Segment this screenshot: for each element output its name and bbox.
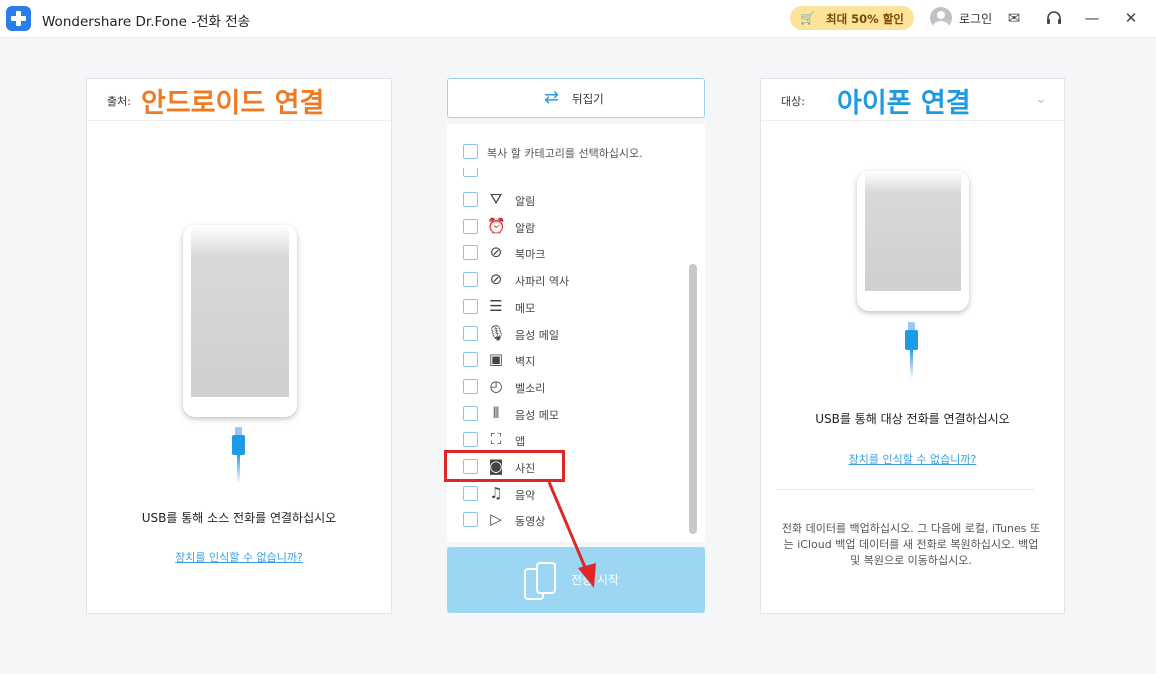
category-checkbox[interactable]: [463, 512, 478, 527]
category-item-voice-memo[interactable]: ⦀ 음성 메모: [463, 404, 683, 424]
category-label: 음악: [515, 489, 536, 502]
swap-icon: ⇄: [544, 87, 560, 108]
avatar[interactable]: [930, 7, 952, 29]
category-item-notifications[interactable]: ⛛ 알림: [463, 190, 683, 210]
minimize-icon[interactable]: —: [1081, 6, 1103, 30]
android-phone-image: [183, 225, 297, 417]
title-bar: Wondershare Dr.Fone -전화 전송 🛒 최대 50% 할인 로…: [0, 0, 1156, 38]
promo-button[interactable]: 🛒 최대 50% 할인: [790, 6, 914, 30]
app-icon: ⛶: [490, 430, 502, 448]
category-checkbox[interactable]: [463, 432, 478, 447]
wallpaper-icon: ▣: [488, 350, 504, 368]
category-label: 메모: [515, 302, 536, 315]
alarm-icon: ⏰: [487, 217, 506, 235]
waveform-icon: ⦀: [492, 404, 500, 422]
promo-label: 최대 50% 할인: [826, 12, 904, 26]
category-item-ringtone[interactable]: ◴ 벨소리: [463, 377, 683, 397]
dr-fone-logo-icon: [6, 6, 31, 31]
headset-icon[interactable]: [1043, 6, 1065, 30]
category-label: 사파리 역사: [515, 275, 570, 288]
mail-icon[interactable]: ✉: [1003, 6, 1025, 30]
category-item-voicemail[interactable]: 🎙 음성 메일: [463, 324, 683, 344]
login-link[interactable]: 로그인: [959, 10, 992, 27]
category-checkbox[interactable]: [463, 379, 478, 394]
usb-cable-icon: [232, 427, 245, 487]
source-connect-message: USB를 통해 소스 전화를 연결하십시오: [141, 511, 337, 525]
bookmark-icon: ⊘: [489, 243, 503, 261]
source-help-link[interactable]: 장치를 인식할 수 없습니까?: [87, 549, 391, 565]
category-checkbox[interactable]: [463, 272, 478, 287]
category-checkbox[interactable]: [463, 352, 478, 367]
start-transfer-button[interactable]: 전송 시작: [447, 547, 705, 613]
category-checkbox[interactable]: [463, 299, 478, 314]
phone-screen: [865, 171, 961, 291]
usb-cable-icon: [905, 322, 918, 392]
cart-icon: 🛒: [800, 11, 815, 25]
music-icon: ♫: [489, 484, 503, 502]
category-item-apps[interactable]: ⛶ 앱: [463, 430, 683, 450]
source-panel: 출처: 안드로이드 연결 USB를 통해 소스 전화를 연결하십시오 장치를 인…: [86, 78, 392, 614]
notification-icon: ⛛: [489, 190, 503, 208]
flip-label: 뒤집기: [572, 92, 604, 106]
close-icon[interactable]: ✕: [1120, 6, 1142, 30]
flip-button[interactable]: ⇄ 뒤집기: [447, 78, 705, 118]
category-label: 알람: [515, 222, 536, 235]
target-help-link[interactable]: 장치를 인식할 수 없습니까?: [761, 451, 1064, 467]
chevron-down-icon[interactable]: ⌄: [1035, 91, 1047, 107]
category-checkbox[interactable]: [463, 486, 478, 501]
photos-highlight-box: [444, 450, 565, 482]
category-label: 알림: [515, 195, 536, 208]
target-title: 아이폰 연결: [837, 88, 971, 119]
safari-icon: ⊘: [489, 270, 503, 288]
category-label: 벨소리: [515, 382, 546, 395]
list-item-partial: [463, 168, 683, 178]
category-checkbox[interactable]: [463, 245, 478, 260]
select-all-checkbox[interactable]: [463, 144, 478, 159]
category-label: 음성 메모: [515, 409, 559, 422]
category-checkbox[interactable]: [463, 406, 478, 421]
target-label: 대상:: [781, 95, 805, 108]
iphone-image: [857, 171, 969, 311]
category-checkbox[interactable]: [463, 219, 478, 234]
phone-screen: [191, 225, 289, 397]
phone-transfer-icon: [524, 562, 556, 600]
category-item-alarm[interactable]: ⏰ 알람: [463, 217, 683, 237]
category-checkbox[interactable]: [463, 192, 478, 207]
backup-note: 전화 데이터를 백업하십시오. 그 다음에 로컬, iTunes 또는 iClo…: [781, 522, 1041, 567]
category-checkbox[interactable]: [463, 326, 478, 341]
category-item-bookmarks[interactable]: ⊘ 북마크: [463, 243, 683, 263]
category-label: 음성 메일: [515, 329, 559, 342]
memo-icon: ☰: [489, 297, 503, 315]
source-label: 출처:: [107, 95, 131, 108]
source-title: 안드로이드 연결: [141, 88, 325, 119]
category-label: 북마크: [515, 248, 546, 261]
category-hint: 복사 할 카테고리를 선택하십시오.: [487, 147, 643, 160]
category-item-music[interactable]: ♫ 음악: [463, 484, 683, 504]
category-label: 벽지: [515, 355, 536, 368]
video-icon: ▷: [490, 510, 502, 528]
category-item-safari-history[interactable]: ⊘ 사파리 역사: [463, 270, 683, 290]
category-item-memo[interactable]: ☰ 메모: [463, 297, 683, 317]
source-header: 출처: 안드로이드 연결: [87, 79, 391, 121]
category-item-wallpaper[interactable]: ▣ 벽지: [463, 350, 683, 370]
category-label: 동영상: [515, 515, 546, 528]
target-header[interactable]: 대상: 아이폰 연결 ⌄: [761, 79, 1064, 121]
category-item-video[interactable]: ▷ 동영상: [463, 510, 683, 530]
app-title: Wondershare Dr.Fone -전화 전송: [42, 14, 251, 30]
target-connect-message: USB를 통해 대상 전화를 연결하십시오: [815, 412, 1010, 426]
start-transfer-label: 전송 시작: [571, 573, 619, 587]
list-scrollbar[interactable]: [689, 264, 697, 534]
divider: [776, 489, 1034, 490]
category-label: 앱: [515, 435, 526, 448]
microphone-icon: 🎙: [487, 324, 507, 342]
ringtone-icon: ◴: [489, 377, 503, 395]
